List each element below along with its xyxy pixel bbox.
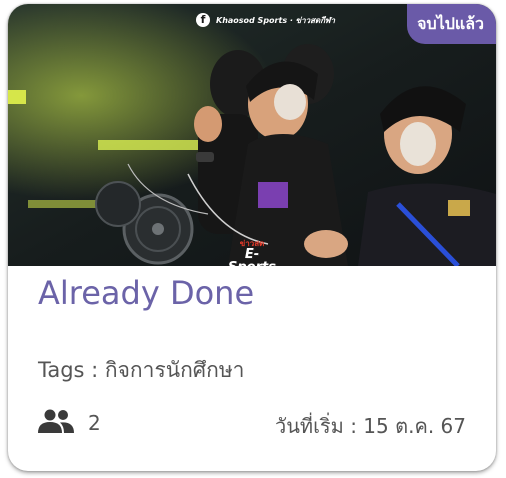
tags-text: Tags : กิจการนักศึกษา xyxy=(38,358,245,382)
people-icon xyxy=(38,409,74,437)
activity-card[interactable]: f Khaosod Sports · ข่าวสดกีฬา ข่าวสด E-S… xyxy=(8,4,496,471)
photo-watermark-text: Khaosod Sports · ข่าวสดกีฬา xyxy=(216,15,336,25)
card-title[interactable]: Already Done xyxy=(38,274,254,312)
photo-watermark: f Khaosod Sports · ข่าวสดกีฬา xyxy=(196,12,335,28)
members-info: 2 xyxy=(38,409,101,437)
facebook-icon: f xyxy=(196,13,210,27)
members-count: 2 xyxy=(88,411,101,435)
start-date: วันที่เริ่ม : 15 ต.ค. 67 xyxy=(275,414,466,438)
esports-logo: ข่าวสด E-Sports xyxy=(222,240,282,267)
esports-logo-main: E-Sports xyxy=(228,247,276,266)
status-badge: จบไปแล้ว xyxy=(407,4,496,44)
